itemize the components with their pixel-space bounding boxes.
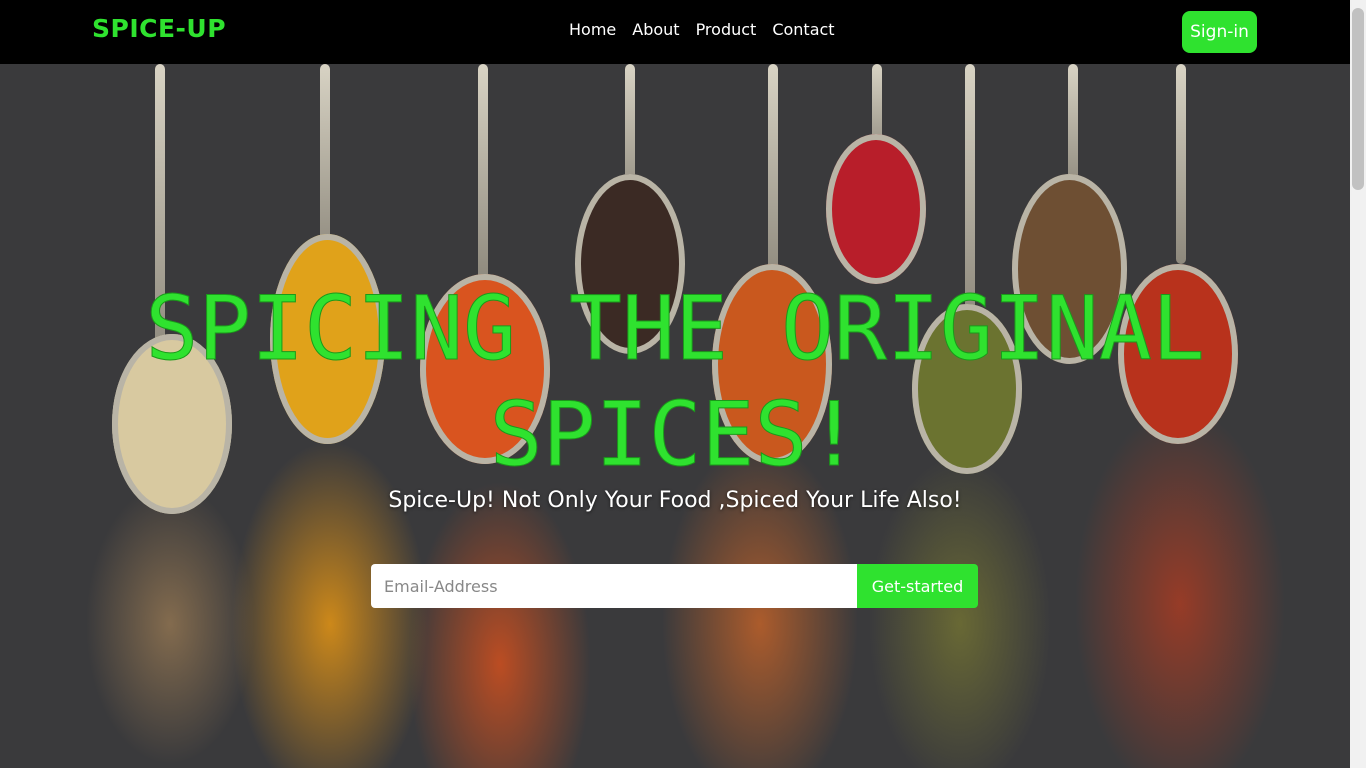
navbar: SPICE-UP Home About Product Contact Sign…	[0, 0, 1350, 64]
brand-logo[interactable]: SPICE-UP	[92, 14, 226, 43]
spoon	[826, 134, 926, 284]
sign-in-button[interactable]: Sign-in	[1182, 11, 1257, 53]
hero-background-image: SPICING THE ORIGINAL SPICES!	[0, 64, 1350, 768]
spoon-handle	[1176, 64, 1186, 264]
email-input[interactable]	[371, 564, 857, 608]
signup-form: Get-started	[371, 564, 978, 608]
nav-link-home[interactable]: Home	[569, 20, 616, 39]
nav-links: Home About Product Contact	[569, 20, 835, 39]
spoon-handle	[478, 64, 488, 284]
nav-link-product[interactable]: Product	[696, 20, 757, 39]
hero-subtitle: Spice-Up! Not Only Your Food ,Spiced You…	[388, 488, 962, 513]
nav-link-contact[interactable]: Contact	[772, 20, 834, 39]
nav-link-about[interactable]: About	[632, 20, 679, 39]
spoon-handle	[768, 64, 778, 284]
hero-title: SPICING THE ORIGINAL SPICES!	[145, 277, 1206, 487]
scrollbar-thumb[interactable]	[1352, 8, 1364, 190]
get-started-button[interactable]: Get-started	[857, 564, 978, 608]
